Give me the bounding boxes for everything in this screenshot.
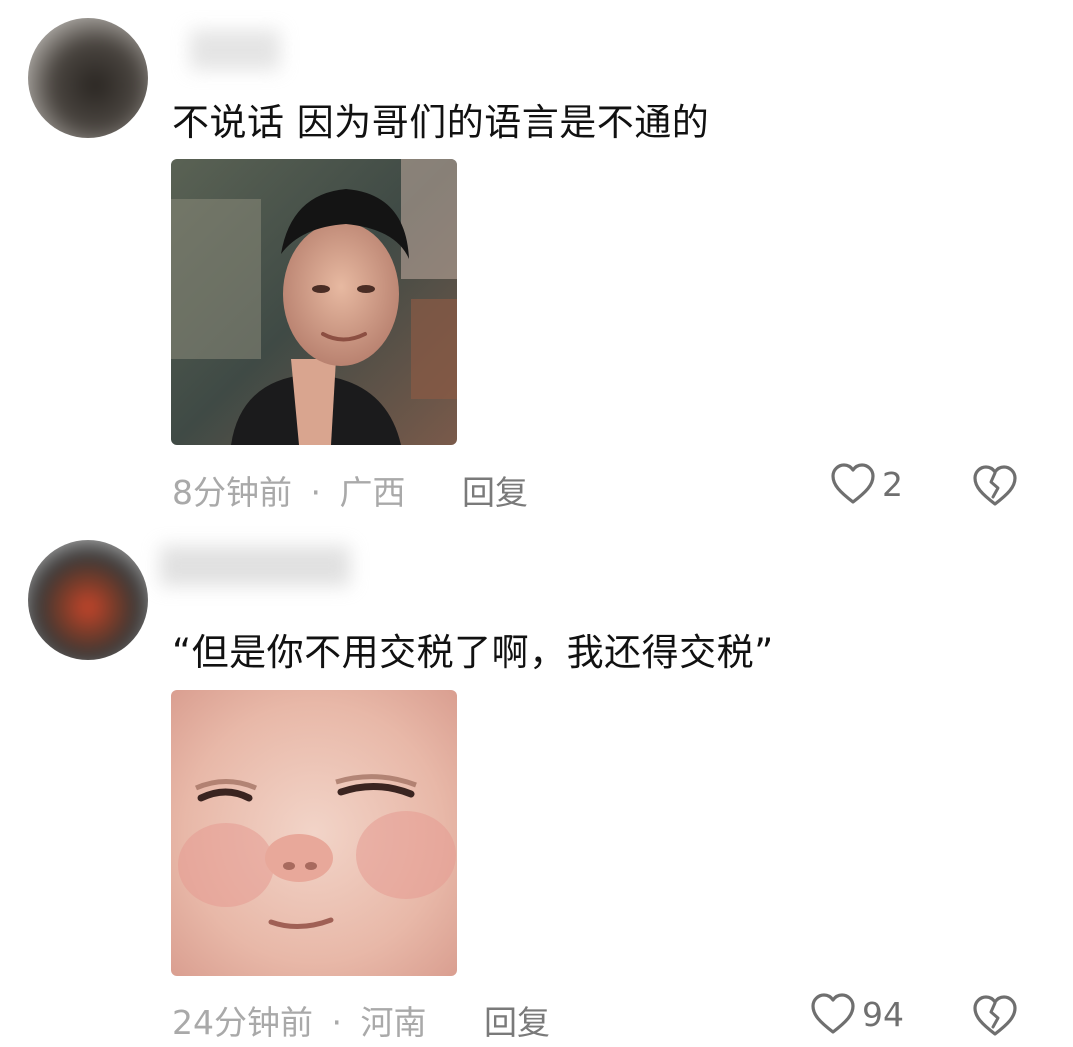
- sticker-baby-face: [171, 690, 457, 976]
- dislike-button[interactable]: [972, 994, 1018, 1042]
- broken-heart-icon: [973, 465, 1017, 506]
- heart-outline-icon: [811, 993, 855, 1034]
- like-count: 2: [882, 464, 903, 504]
- comment-meta: 24分钟前 · 河南: [172, 996, 427, 1044]
- meta-separator: ·: [331, 1003, 343, 1042]
- like-button[interactable]: 2: [830, 462, 903, 506]
- sticker-image[interactable]: [171, 159, 457, 445]
- comment-item: 不说话 因为哥们的语言是不通的 8分钟前 · 广西 回复 2: [0, 0, 1073, 530]
- comment-meta: 8分钟前 · 广西: [172, 466, 406, 514]
- sticker-man-smiling: [171, 159, 457, 445]
- dislike-button[interactable]: [972, 464, 1018, 512]
- like-button[interactable]: 94: [810, 992, 904, 1036]
- reply-button[interactable]: 回复: [484, 996, 550, 1044]
- username-blurred[interactable]: [190, 30, 280, 70]
- timestamp: 8分钟前: [172, 473, 292, 512]
- username-blurred[interactable]: [160, 546, 350, 586]
- meta-separator: ·: [310, 473, 322, 512]
- location: 广西: [339, 473, 406, 512]
- comment-text: “但是你不用交税了啊，我还得交税”: [172, 631, 774, 674]
- broken-heart-icon: [973, 995, 1017, 1036]
- sticker-image[interactable]: [171, 690, 457, 976]
- timestamp: 24分钟前: [172, 1003, 313, 1042]
- avatar[interactable]: [28, 18, 148, 138]
- comment-item: “但是你不用交税了啊，我还得交税” 24分钟前 · 河南 回复 94: [0, 530, 1073, 1047]
- avatar[interactable]: [28, 540, 148, 660]
- reply-button[interactable]: 回复: [462, 466, 528, 514]
- heart-outline-icon: [831, 463, 875, 504]
- location: 河南: [360, 1003, 427, 1042]
- comment-text: 不说话 因为哥们的语言是不通的: [172, 101, 710, 144]
- like-count: 94: [862, 994, 904, 1034]
